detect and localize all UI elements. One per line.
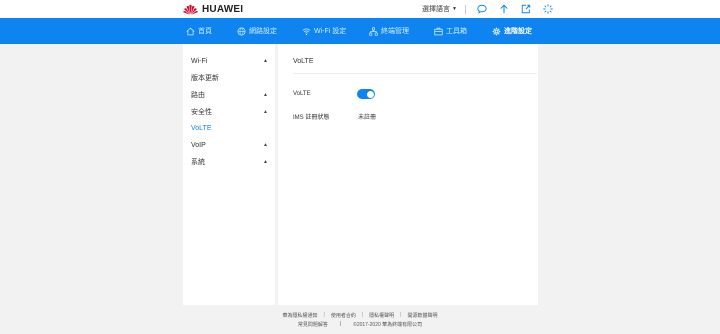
volte-label: VoLTE: [293, 91, 311, 97]
volte-toggle[interactable]: [357, 89, 375, 99]
nav-label: 首頁: [198, 28, 212, 35]
upload-arrow-icon[interactable]: [499, 4, 510, 15]
footer-link-privacy-statement[interactable]: 隱私權聲明: [363, 312, 400, 319]
nav-device-management[interactable]: 終端管理: [369, 18, 409, 44]
copyright-text: ©2017-2020 華為終端有限公司: [353, 322, 423, 328]
sidebar-item-label: 路由: [191, 92, 205, 99]
huawei-flower-icon: [183, 4, 198, 15]
header-actions: 選擇語言 ▼: [422, 2, 554, 16]
nav-advanced-settings[interactable]: 進階設定: [492, 18, 532, 44]
sidebar: Wi-Fi ▲ 版本更新 路由 ▲ 安全性 ▲ VoLTE VoIP ▲ 系統 …: [183, 44, 275, 305]
brand-name: HUAWEI: [202, 3, 244, 15]
gear-icon: [492, 27, 501, 35]
triangle-up-icon: ▲: [263, 142, 268, 148]
sidebar-item-wifi[interactable]: Wi-Fi ▲: [191, 54, 268, 68]
ims-status-value: 未註冊: [358, 115, 377, 121]
sidebar-item-voip[interactable]: VoIP ▲: [191, 138, 268, 152]
sidebar-item-update[interactable]: 版本更新: [191, 71, 268, 85]
triangle-up-icon: ▲: [263, 58, 268, 64]
sidebar-item-label: VoLTE: [191, 124, 212, 132]
top-header: HUAWEI 選擇語言 ▼: [0, 0, 720, 18]
nav-toolbox[interactable]: 工具箱: [434, 18, 467, 44]
toolbox-icon: [434, 27, 443, 35]
title-divider: [293, 73, 537, 74]
footer-link-faq[interactable]: 常見問題解答: [292, 321, 334, 328]
sidebar-item-security[interactable]: 安全性 ▲: [191, 105, 268, 119]
main-nav: 首頁 網路設定 Wi-Fi 設定 終端管理 工具箱 進階設定: [0, 18, 720, 44]
nav-label: 網路設定: [249, 28, 277, 35]
nav-label: 工具箱: [446, 28, 467, 35]
main-panel: VoLTE VoLTE IMS 註冊狀態 未註冊: [278, 44, 538, 305]
sidebar-item-volte[interactable]: VoLTE: [191, 121, 268, 135]
caret-down-icon: ▼: [452, 6, 457, 12]
sidebar-item-label: 系統: [191, 159, 205, 166]
nav-wifi-settings[interactable]: Wi-Fi 設定: [302, 18, 346, 44]
nav-label: 終端管理: [381, 28, 409, 35]
sidebar-item-system[interactable]: 系統 ▲: [191, 155, 268, 169]
footer-link-privacy-notice[interactable]: 華為隱私權通知: [277, 312, 324, 319]
footer-separator: |: [339, 321, 342, 327]
nav-label: 進階設定: [504, 28, 532, 35]
exit-icon[interactable]: [521, 4, 532, 15]
home-icon: [186, 27, 195, 35]
nav-home[interactable]: 首頁: [186, 18, 212, 44]
footer-link-user-agreement[interactable]: 使用者合約: [325, 312, 362, 319]
ims-status-label: IMS 註冊狀態: [293, 115, 330, 121]
language-selector[interactable]: 選擇語言 ▼: [422, 4, 466, 14]
wifi-icon: [302, 28, 311, 35]
huawei-logo: HUAWEI: [183, 3, 243, 15]
footer-link-open-source[interactable]: 開源軟體聲明: [401, 312, 443, 319]
triangle-up-icon: ▲: [263, 109, 268, 115]
sidebar-item-label: VoIP: [191, 141, 206, 149]
network-icon: [369, 26, 378, 36]
loading-icon[interactable]: [543, 4, 554, 15]
nav-label: Wi-Fi 設定: [314, 28, 347, 35]
toggle-knob: [366, 90, 374, 98]
language-label: 選擇語言: [422, 6, 450, 13]
sidebar-item-label: Wi-Fi: [191, 57, 208, 65]
footer-bottom: 常見問題解答 | ©2017-2020 華為終端有限公司: [0, 321, 720, 328]
triangle-up-icon: ▲: [263, 159, 268, 165]
triangle-up-icon: ▲: [263, 92, 268, 98]
sidebar-item-routing[interactable]: 路由 ▲: [191, 88, 268, 102]
footer: 華為隱私權通知 | 使用者合約 | 隱私權聲明 | 開源軟體聲明 常見問題解答 …: [0, 305, 720, 334]
chat-icon[interactable]: [477, 4, 488, 15]
globe-icon: [237, 27, 246, 35]
sidebar-item-label: 版本更新: [191, 75, 219, 82]
footer-links: 華為隱私權通知 | 使用者合約 | 隱私權聲明 | 開源軟體聲明: [0, 312, 720, 319]
page-title: VoLTE: [293, 58, 314, 65]
nav-network-settings[interactable]: 網路設定: [237, 18, 277, 44]
sidebar-item-label: 安全性: [191, 109, 212, 116]
